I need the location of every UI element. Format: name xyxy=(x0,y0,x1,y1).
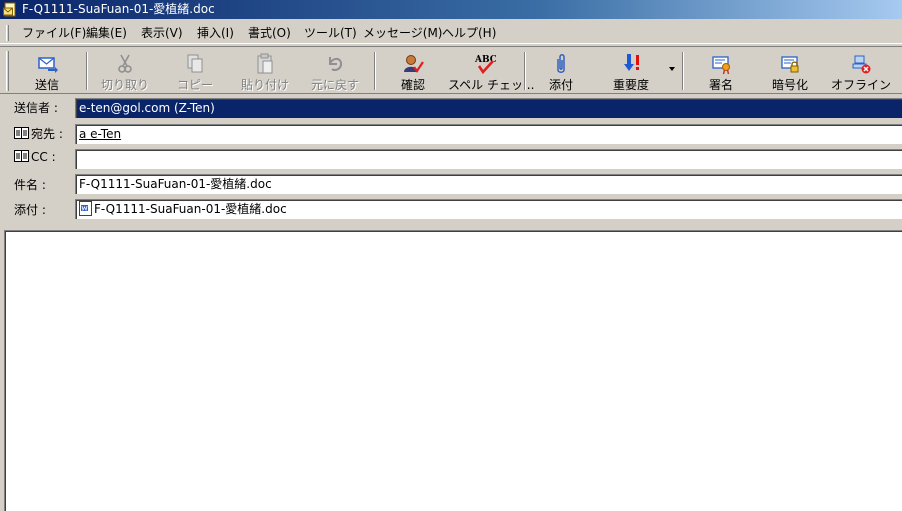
paste-button[interactable]: 貼り付け xyxy=(230,49,300,93)
menu-file[interactable]: ファイル(F) xyxy=(22,25,86,42)
menubar-grip[interactable] xyxy=(6,25,9,41)
address-book-icon xyxy=(14,150,29,162)
window-title: F-Q1111-SuaFuan-01-愛植緒.doc xyxy=(22,2,215,16)
menu-format[interactable]: 書式(O) xyxy=(248,25,291,42)
to-recipient[interactable]: a e-Ten xyxy=(79,127,121,141)
attachment-field[interactable]: F-Q1111-SuaFuan-01-愛植緒.doc xyxy=(75,199,902,219)
sign-button[interactable]: 署名 xyxy=(688,49,754,93)
copy-label: コピー xyxy=(176,78,213,92)
spellcheck-icon: ABC xyxy=(474,55,496,75)
offline-label: オフライン xyxy=(830,78,891,92)
cut-button[interactable]: 切り取り xyxy=(90,49,160,93)
cc-field[interactable] xyxy=(75,149,902,169)
priority-icon xyxy=(624,54,639,71)
menu-insert[interactable]: 挿入(I) xyxy=(197,25,234,42)
copy-icon xyxy=(187,54,203,73)
toolbar-separator xyxy=(374,52,376,90)
spellcheck-label: スペル チェッ... xyxy=(448,78,535,92)
sign-label: 署名 xyxy=(708,78,733,92)
toolbar-separator xyxy=(682,52,684,90)
to-field[interactable]: a e-Ten xyxy=(75,124,902,144)
toolbar-separator xyxy=(524,52,526,90)
priority-button[interactable]: 重要度 xyxy=(596,49,666,93)
paperclip-icon xyxy=(557,54,565,73)
encrypt-lock-icon xyxy=(781,56,799,73)
menu-view[interactable]: 表示(V) xyxy=(141,25,183,42)
title-bar[interactable]: F-Q1111-SuaFuan-01-愛植緒.doc xyxy=(0,0,902,19)
compose-window: F-Q1111-SuaFuan-01-愛植緒.doc ファイル(F) 編集(E)… xyxy=(0,0,902,511)
send-mail-icon xyxy=(38,57,58,73)
menu-message[interactable]: メッセージ(M) xyxy=(363,25,442,42)
from-value: e-ten@gol.com (Z-Ten) xyxy=(79,101,215,115)
copy-button[interactable]: コピー xyxy=(162,49,228,93)
attach-label: 添付 xyxy=(548,78,573,92)
subject-label: 件名 : xyxy=(14,178,46,192)
to-label-group[interactable]: 宛先 : xyxy=(14,125,63,142)
attachment-name: F-Q1111-SuaFuan-01-愛植緒.doc xyxy=(94,202,287,216)
word-doc-icon xyxy=(79,201,92,216)
menu-edit[interactable]: 編集(E) xyxy=(86,25,127,42)
scissors-icon xyxy=(118,54,132,73)
from-field[interactable]: e-ten@gol.com (Z-Ten) xyxy=(75,98,902,118)
toolbar-grip[interactable] xyxy=(6,51,9,91)
priority-label: 重要度 xyxy=(612,78,649,92)
undo-icon xyxy=(329,57,343,71)
offline-button[interactable]: オフライン xyxy=(828,49,894,93)
subject-value: F-Q1111-SuaFuan-01-愛植緒.doc xyxy=(79,177,272,191)
cc-label-group[interactable]: CC : xyxy=(14,150,56,164)
attach-label-header: 添付 : xyxy=(14,203,46,217)
check-names-label: 確認 xyxy=(400,78,425,92)
message-header: 送信者 : e-ten@gol.com (Z-Ten) 宛先 : a e-Ten… xyxy=(0,95,902,229)
encrypt-label: 暗号化 xyxy=(771,78,808,92)
toolbar-separator xyxy=(86,52,88,90)
offline-icon xyxy=(852,55,871,74)
chevron-down-icon[interactable] xyxy=(668,65,676,73)
encrypt-button[interactable]: 暗号化 xyxy=(756,49,824,93)
from-label: 送信者 : xyxy=(14,101,58,115)
check-names-button[interactable]: 確認 xyxy=(380,49,446,93)
toolbar: 送信 切り取り コピー 貼り付け 元に戻す 確認 ABC スペル チェッ... … xyxy=(0,46,902,94)
menu-tools[interactable]: ツール(T) xyxy=(304,25,357,42)
send-label: 送信 xyxy=(34,78,59,92)
send-button[interactable]: 送信 xyxy=(14,49,80,93)
spellcheck-icon-text: ABC xyxy=(474,55,496,65)
cc-label: CC : xyxy=(31,150,56,164)
document-envelope-icon xyxy=(3,2,16,17)
attachment-item[interactable]: F-Q1111-SuaFuan-01-愛植緒.doc xyxy=(79,201,287,216)
subject-field[interactable]: F-Q1111-SuaFuan-01-愛植緒.doc xyxy=(75,174,902,194)
message-body[interactable] xyxy=(4,230,902,511)
sign-certificate-icon xyxy=(712,56,730,75)
cut-label: 切り取り xyxy=(100,78,149,92)
clipboard-icon xyxy=(257,53,273,74)
address-book-icon xyxy=(14,127,29,139)
spellcheck-button[interactable]: ABC スペル チェッ... xyxy=(448,49,535,93)
menu-bar: ファイル(F) 編集(E) 表示(V) 挿入(I) 書式(O) ツール(T) メ… xyxy=(0,22,902,44)
undo-label: 元に戻す xyxy=(310,78,359,92)
check-names-icon xyxy=(404,55,424,73)
menu-help[interactable]: ヘルプ(H) xyxy=(442,25,496,42)
attach-button[interactable]: 添付 xyxy=(530,49,592,93)
undo-button[interactable]: 元に戻す xyxy=(302,49,368,93)
to-label: 宛先 : xyxy=(31,127,63,141)
paste-label: 貼り付け xyxy=(240,78,289,92)
